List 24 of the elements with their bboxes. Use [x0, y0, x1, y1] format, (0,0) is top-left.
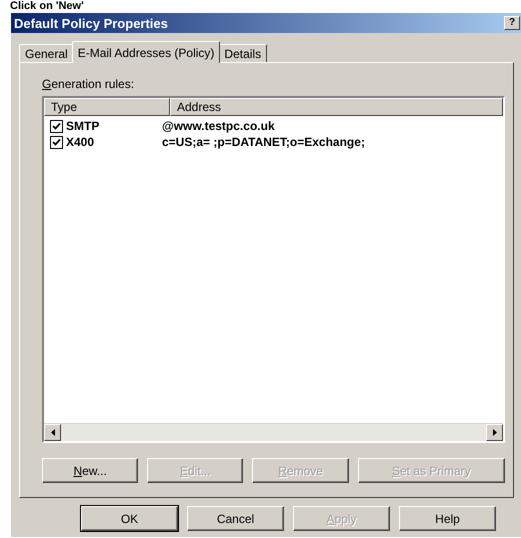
- dialog-button[interactable]: Cancel: [187, 506, 284, 531]
- tab[interactable]: General: [19, 44, 74, 63]
- checkbox[interactable]: [50, 136, 63, 148]
- dialog-button[interactable]: OK: [81, 506, 178, 531]
- dialog-button[interactable]: Help: [399, 506, 496, 531]
- horizontal-scrollbar[interactable]: [44, 423, 503, 441]
- caption-text: Click on 'New': [9, 0, 85, 12]
- table-cell-text: SMTP: [66, 119, 100, 133]
- help-button[interactable]: ?: [504, 16, 520, 30]
- column-header[interactable]: Address: [170, 98, 503, 116]
- tab[interactable]: Details: [218, 44, 268, 63]
- table-cell-text: X400: [66, 135, 96, 149]
- list-label: Generation rules:: [42, 77, 136, 91]
- window-title: Default Policy Properties: [14, 16, 169, 30]
- checkbox[interactable]: [50, 120, 63, 132]
- table-cell-text: c=US;a= ;p=DATANET;o=Exchange;: [162, 135, 366, 149]
- column-header[interactable]: Type: [44, 98, 170, 116]
- scroll-left-button[interactable]: [44, 424, 61, 441]
- left-arrow-icon: [50, 429, 54, 436]
- right-arrow-icon: [492, 429, 496, 436]
- scroll-right-button[interactable]: [486, 424, 503, 441]
- table-cell-text: @www.testpc.co.uk: [162, 119, 276, 133]
- list-button[interactable]: New...: [42, 458, 138, 483]
- tab[interactable]: E-Mail Addresses (Policy): [72, 41, 220, 63]
